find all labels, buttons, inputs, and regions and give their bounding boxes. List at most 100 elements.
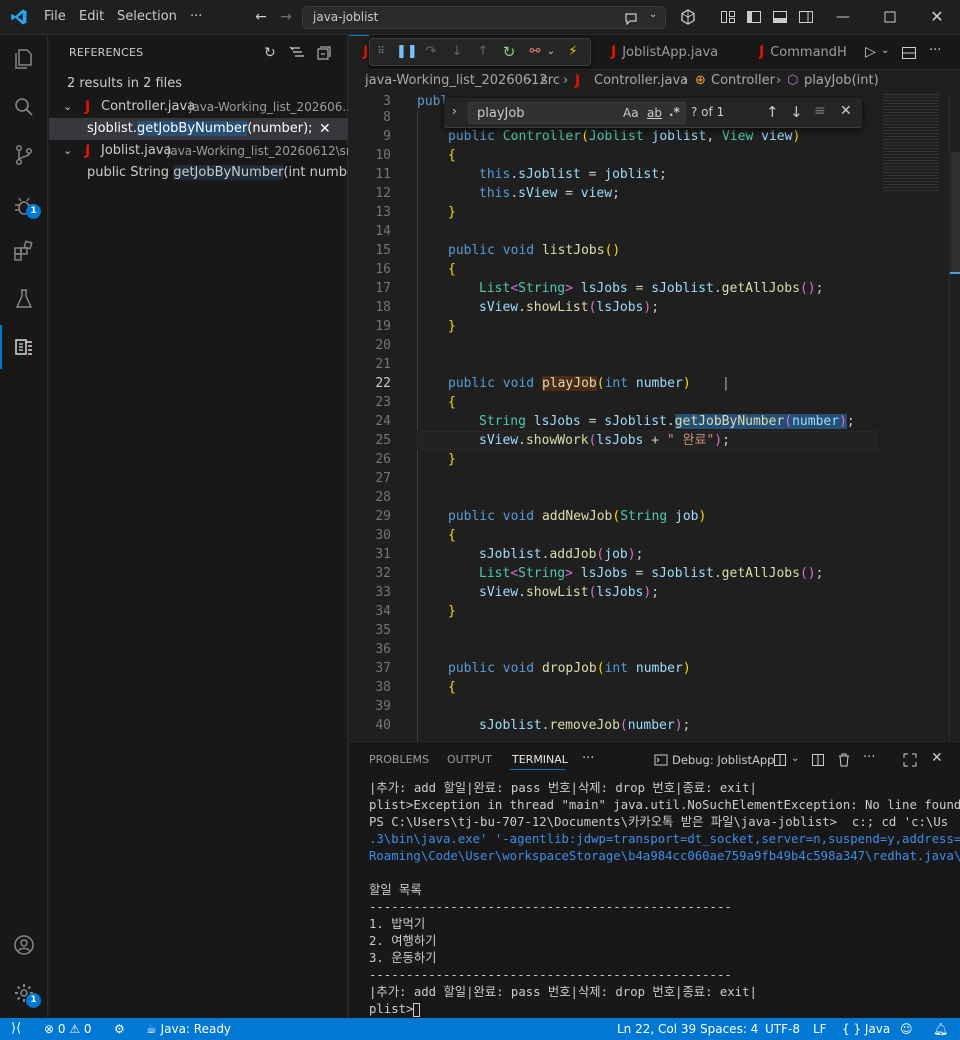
code-line: 39 (375, 699, 391, 714)
code-line: 24 String lsJobs = sJoblist.getJobByNumbe… (375, 414, 855, 429)
search-icon[interactable] (12, 95, 36, 119)
command-center-search[interactable]: java-joblist ⌄ (302, 6, 666, 29)
forward-arrow-icon[interactable]: → (277, 8, 295, 26)
terminal-line: PS C:\Users\tj-bu-707-12\Documents\카카오톡 … (369, 815, 949, 829)
copilot-chat-icon[interactable] (623, 10, 639, 26)
breadcrumb-file[interactable]: Controller.java (594, 70, 688, 92)
eol[interactable]: LF (813, 1018, 827, 1040)
maximize-icon[interactable] (884, 11, 896, 23)
code-line: 28 (375, 490, 391, 505)
chevron-down-icon[interactable]: ⌄ (881, 45, 889, 56)
language-mode[interactable]: { } Java (842, 1018, 890, 1040)
terminal-more-icon[interactable]: ··· (863, 750, 875, 765)
java-status[interactable]: ☕ Java: Ready (146, 1018, 231, 1040)
results-summary: 2 results in 2 files (67, 76, 183, 91)
dismiss-result-icon[interactable]: ✕ (319, 118, 331, 140)
toggle-panel-icon[interactable] (772, 9, 788, 25)
match-case-icon[interactable]: Aa (623, 106, 639, 120)
new-terminal-icon[interactable] (773, 753, 787, 767)
refresh-icon[interactable]: ↻ (264, 45, 276, 61)
minimize-icon[interactable]: — (834, 8, 852, 26)
menu-edit[interactable]: Edit (79, 9, 104, 24)
breadcrumb-method[interactable]: playJob(int) (804, 70, 879, 92)
code-editor[interactable]: 3 publ 8 9 public Controller(Joblist jobli… (349, 92, 889, 741)
extensions-icon[interactable] (12, 239, 36, 263)
references-view-icon[interactable] (12, 335, 36, 359)
step-into-icon[interactable]: ↓ (448, 43, 466, 61)
breadcrumb-folder[interactable]: java-Working_list_20260612 (365, 70, 548, 92)
tab-output[interactable]: OUTPUT (447, 753, 492, 766)
split-terminal-icon[interactable] (811, 753, 825, 767)
find-in-selection-icon[interactable]: ≡ (814, 103, 826, 119)
remote-icon[interactable]: ⟩⟨ (11, 1018, 21, 1040)
maximize-panel-icon[interactable] (903, 753, 917, 767)
step-out-icon[interactable]: ↑ (474, 43, 492, 61)
pause-icon[interactable]: ❚❚ (396, 43, 418, 61)
collapse-all-icon[interactable] (317, 46, 331, 60)
toggle-primary-sidebar-icon[interactable] (746, 9, 762, 25)
testing-flask-icon[interactable] (12, 287, 36, 311)
chevron-down-icon[interactable]: ⌄ (542, 43, 560, 61)
problems-status[interactable]: ⊗ 0 ⚠ 0 (44, 1018, 92, 1040)
more-actions-icon[interactable]: ··· (929, 43, 941, 58)
menu-more[interactable]: ··· (190, 9, 202, 24)
search-text: java-joblist (313, 10, 379, 24)
close-find-icon[interactable]: ✕ (840, 103, 852, 119)
explorer-icon[interactable] (12, 47, 36, 71)
code-line: 27 (375, 471, 391, 486)
match-word-icon[interactable]: ab (647, 106, 662, 120)
reference-result-row[interactable]: sJoblist.getJobByNumber(number); ✕ (49, 118, 348, 140)
terminal-output[interactable]: |추가: add 할일|완료: pass 번호|삭제: drop 번호|종료: … (349, 778, 960, 1019)
toggle-secondary-sidebar-icon[interactable] (798, 9, 814, 25)
reference-file-row[interactable]: ⌄ J Controller.java java-Working_list_20… (49, 96, 348, 118)
find-input[interactable]: playJob Aa ab .* (468, 102, 686, 124)
breadcrumb-separator-icon: › (776, 73, 782, 88)
chevron-down-icon[interactable]: ⌄ (791, 753, 799, 764)
trash-icon[interactable] (837, 752, 851, 768)
tab-problems[interactable]: PROBLEMS (369, 753, 429, 766)
code-line: 20 (375, 338, 391, 353)
breadcrumb-src[interactable]: src (541, 70, 560, 92)
copilot-icon[interactable]: ☺ (900, 1018, 913, 1040)
menu-selection[interactable]: Selection (117, 9, 177, 24)
active-tab-edge[interactable]: J (349, 35, 369, 70)
vertical-scrollbar[interactable] (949, 92, 960, 741)
toggle-replace-chevron-icon[interactable]: › (452, 104, 457, 118)
split-editor-icon[interactable] (901, 45, 917, 61)
panel-more-icon[interactable]: ··· (582, 751, 594, 766)
hot-code-replace-icon[interactable]: ⚡ (564, 43, 582, 61)
close-window-icon[interactable]: ✕ (928, 8, 946, 26)
indentation[interactable]: Spaces: 4 (700, 1018, 758, 1040)
customize-layout-icon[interactable] (720, 9, 736, 25)
previous-match-icon[interactable]: ↑ (766, 103, 779, 121)
back-arrow-icon[interactable]: ← (252, 8, 270, 26)
menu-file[interactable]: File (44, 9, 66, 24)
reference-file-row[interactable]: ⌄ J Joblist.java java-Working_list_20260… (49, 140, 348, 162)
accounts-icon[interactable] (12, 933, 36, 957)
reference-result-row[interactable]: public String getJobByNumber(int number) (49, 162, 348, 184)
accounts-cube-icon[interactable] (680, 9, 696, 25)
minimap[interactable] (879, 92, 949, 202)
class-icon: ⊕ (695, 73, 706, 88)
breadcrumb-class[interactable]: Controller (711, 70, 775, 92)
tab-terminal[interactable]: TERMINAL (512, 753, 568, 766)
close-panel-icon[interactable]: ✕ (931, 750, 943, 766)
breadcrumb: java-Working_list_20260612 › src › J Con… (349, 70, 960, 92)
source-control-icon[interactable] (12, 143, 36, 167)
chevron-down-icon[interactable]: ⌄ (649, 9, 657, 20)
debug-status-icon[interactable]: ⚙ (114, 1018, 125, 1040)
notifications-bell-icon[interactable]: 🔔︎ (933, 1018, 948, 1040)
tab-commandh[interactable]: J CommandH (759, 35, 859, 70)
restart-icon[interactable]: ↻ (500, 43, 518, 61)
cursor-position[interactable]: Ln 22, Col 39 (617, 1018, 696, 1040)
run-icon[interactable]: ▷ (865, 44, 876, 60)
tab-joblistapp[interactable]: J JoblistApp.java (611, 35, 751, 70)
drag-handle-icon[interactable]: ⠿ (372, 43, 390, 61)
regex-icon[interactable]: .* (669, 105, 680, 119)
java-file-icon: J (85, 143, 91, 159)
step-over-icon[interactable]: ↷ (422, 43, 440, 61)
terminal-session[interactable]: Debug: JoblistApp (672, 753, 774, 767)
next-match-icon[interactable]: ↓ (790, 103, 803, 121)
clear-results-icon[interactable] (289, 46, 305, 60)
encoding[interactable]: UTF-8 (765, 1018, 800, 1040)
